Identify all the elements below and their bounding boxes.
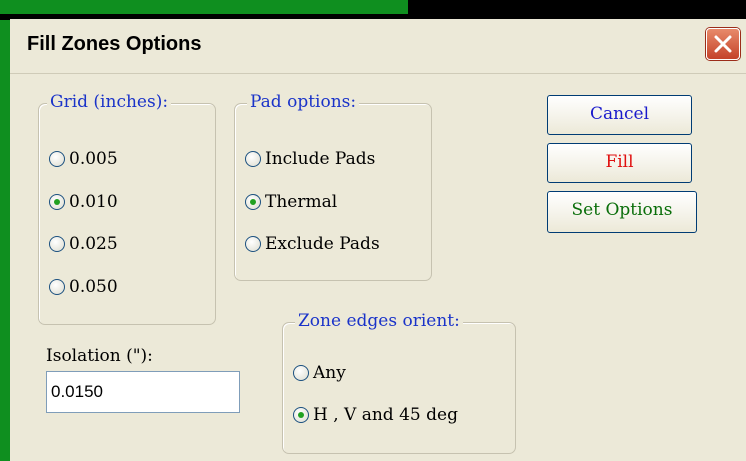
grid-group: Grid (inches): 0.005 0.010 0.025 0.050	[38, 92, 216, 325]
isolation-label: Isolation ("):	[46, 346, 153, 366]
zone-edges-orient-legend: Zone edges orient:	[295, 311, 463, 331]
grid-group-legend: Grid (inches):	[47, 92, 172, 112]
zone-edges-orient-group: Zone edges orient: Any H , V and 45 deg	[282, 311, 516, 454]
title-bar[interactable]: Fill Zones Options	[10, 19, 746, 74]
pad-options-legend: Pad options:	[247, 92, 360, 112]
radio-selected-dot	[250, 199, 256, 205]
radio-icon	[293, 365, 309, 381]
radio-icon	[49, 279, 65, 295]
close-button[interactable]	[706, 28, 740, 60]
background-canvas	[408, 0, 746, 14]
isolation-input[interactable]: 0.0150	[46, 371, 240, 413]
close-icon	[714, 35, 732, 53]
fill-button[interactable]: Fill	[547, 143, 692, 183]
radio-icon	[49, 194, 65, 210]
cancel-button[interactable]: Cancel	[547, 95, 692, 135]
background-editor	[0, 0, 746, 20]
radio-icon	[245, 194, 261, 210]
radio-icon	[245, 151, 261, 167]
set-options-button[interactable]: Set Options	[547, 191, 697, 233]
radio-icon	[245, 236, 261, 252]
radio-selected-dot	[54, 199, 60, 205]
background-board-area	[0, 0, 408, 14]
fill-zones-dialog: Fill Zones Options Grid (inches): 0.005 …	[10, 19, 746, 461]
radio-icon	[49, 236, 65, 252]
radio-icon	[49, 151, 65, 167]
pad-options-group: Pad options: Include Pads Thermal Exclud…	[234, 92, 432, 281]
dialog-title: Fill Zones Options	[27, 33, 202, 55]
radio-selected-dot	[298, 412, 304, 418]
radio-icon	[293, 407, 309, 423]
